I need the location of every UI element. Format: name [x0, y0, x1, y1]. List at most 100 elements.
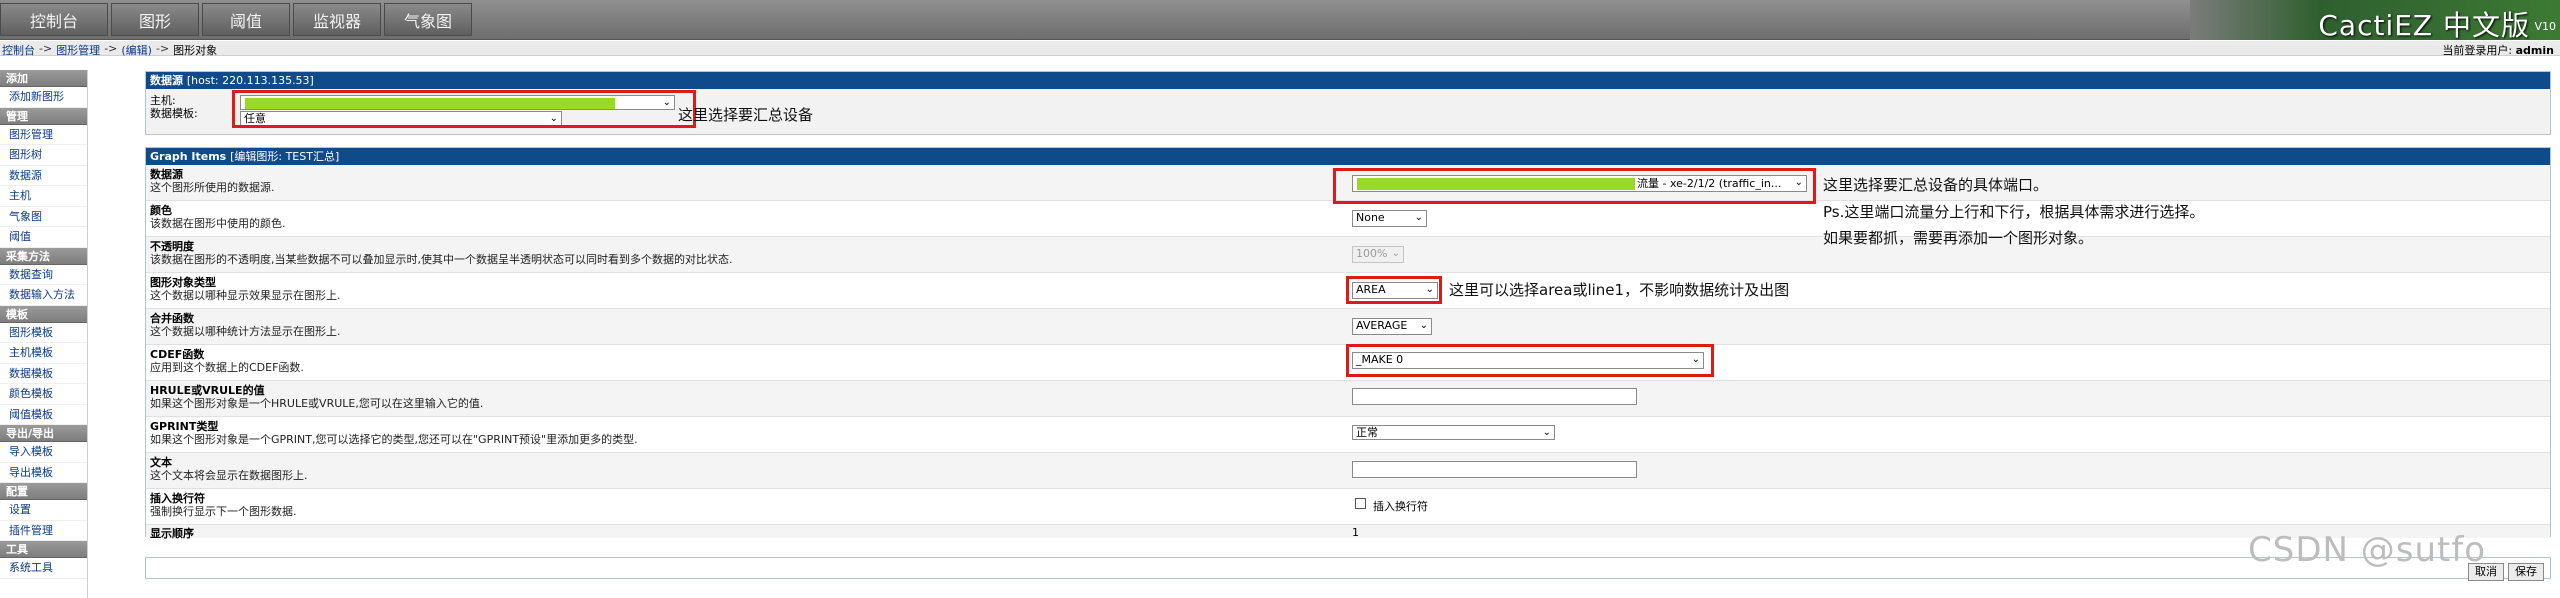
sidebar-item-data-templates[interactable]: 数据模板	[0, 364, 87, 384]
sidebar-header-import-export: 导出/导出	[0, 425, 87, 442]
main-tabs: 控制台 图形 阈值 监视器 气象图	[0, 3, 475, 36]
hard-return-label: 插入换行符	[1373, 500, 1428, 513]
watermark: CSDN @sutfo	[2248, 530, 2487, 570]
annotation-item-type: 这里可以选择area或line1，不影响数据统计及出图	[1449, 281, 1790, 299]
highlight-datasource	[1333, 168, 1816, 204]
field-row-gprint: GPRINT类型 如果这个图形对象是一个GPRINT,您可以选择它的类型,您还可…	[146, 417, 2550, 453]
graph-items-header: Graph Items [编辑图形: TEST汇总]	[146, 148, 2550, 165]
annotation-datasource-2: Ps.这里端口流量分上行和下行，根据具体需求进行选择。	[1823, 203, 2205, 221]
sidebar-item-graph-management[interactable]: 图形管理	[0, 125, 87, 145]
field-description: 这个数据以哪种统计方法显示在图形上.	[150, 325, 341, 338]
sidebar-item-color-templates[interactable]: 颜色模板	[0, 384, 87, 405]
opacity-select: 100% ⌄	[1352, 246, 1404, 263]
breadcrumb-separator: ->	[39, 42, 53, 55]
gprint-type-select[interactable]: 正常 ⌄	[1352, 425, 1555, 440]
host-label: 主机:	[150, 94, 176, 107]
field-row-text: 文本 这个文本将会显示在数据图形上.	[146, 453, 2550, 489]
sidebar-item-import-templates[interactable]: 导入模板	[0, 442, 87, 463]
sidebar-item-threshold-templates[interactable]: 阈值模板	[0, 405, 87, 425]
sidebar-item-data-input-methods[interactable]: 数据输入方法	[0, 285, 87, 306]
datasource-panel-host: [host: 220.113.135.53]	[186, 74, 314, 87]
sidebar-header-templates: 模板	[0, 305, 87, 323]
sidebar-header-collection-methods: 采集方法	[0, 247, 87, 265]
top-navigation-bar: 控制台 图形 阈值 监视器 气象图 CactiEZ 中文版 V10	[0, 0, 2560, 42]
data-template-label: 数据模板:	[150, 107, 198, 120]
tab-thresholds[interactable]: 阈值	[202, 3, 290, 36]
field-description: 如果这个图形对象是一个HRULE或VRULE,您可以在这里输入它的值.	[150, 397, 484, 410]
text-format-input[interactable]	[1352, 461, 1637, 478]
chevron-down-icon: ⌄	[1391, 248, 1400, 259]
graph-items-subtitle: [编辑图形: TEST汇总]	[230, 150, 340, 163]
sidebar-item-plugin-management[interactable]: 插件管理	[0, 521, 87, 541]
brand-name: CactiEZ 中文版	[2318, 9, 2530, 42]
sidebar-item-export-templates[interactable]: 导出模板	[0, 463, 87, 483]
graph-items-title: Graph Items	[150, 150, 227, 163]
sidebar-item-system-utilities[interactable]: 系统工具	[0, 558, 87, 579]
tab-weathermap[interactable]: 气象图	[384, 3, 472, 36]
field-description: 如果这个图形对象是一个GPRINT,您可以选择它的类型,您还可以在"GPRINT…	[150, 433, 638, 446]
field-description: 强制换行显示下一个图形数据.	[150, 505, 297, 518]
tab-console[interactable]: 控制台	[0, 3, 108, 36]
field-row-consolidation: 合并函数 这个数据以哪种统计方法显示在图形上.	[146, 309, 2550, 345]
sidebar-item-weathermap[interactable]: 气象图	[0, 207, 87, 227]
login-username[interactable]: admin	[2516, 44, 2554, 57]
tab-monitor[interactable]: 监视器	[293, 3, 381, 36]
annotation-datasource-3: 如果要都抓，需要再添加一个图形对象。	[1823, 229, 2094, 247]
sidebar-item-thresholds[interactable]: 阈值	[0, 227, 87, 248]
breadcrumb-graph-items: 图形对象	[173, 44, 218, 57]
breadcrumb-edit[interactable]: (编辑)	[121, 42, 152, 58]
save-button[interactable]: 保存	[2508, 563, 2544, 581]
sidebar-item-host-templates[interactable]: 主机模板	[0, 343, 87, 364]
hard-return-checkbox[interactable]	[1355, 498, 1366, 509]
chevron-down-icon: ⌄	[1414, 212, 1423, 223]
breadcrumb-separator: ->	[155, 42, 170, 55]
field-description: 这个文本将会显示在数据图形上.	[150, 469, 308, 482]
gprint-type-value: 正常	[1356, 426, 1378, 439]
sidebar-item-graph-trees[interactable]: 图形树	[0, 145, 87, 166]
tab-graphs[interactable]: 图形	[111, 3, 199, 36]
color-select-value: None	[1356, 211, 1385, 224]
consolidation-select[interactable]: AVERAGE ⌄	[1352, 318, 1432, 335]
annotation-host-selection: 这里选择要汇总设备	[678, 106, 814, 124]
sidebar-item-data-sources[interactable]: 数据源	[0, 166, 87, 186]
field-row-hrule: HRULE或VRULE的值 如果这个图形对象是一个HRULE或VRULE,您可以…	[146, 381, 2550, 417]
sidebar-item-new-graph[interactable]: 添加新图形	[0, 87, 87, 108]
sidebar-item-graph-templates[interactable]: 图形模板	[0, 323, 87, 343]
login-label: 当前登录用户:	[2442, 44, 2513, 57]
datasource-labels: 主机: 数据模板:	[150, 94, 198, 120]
color-select[interactable]: None ⌄	[1352, 210, 1427, 227]
sequence-value: 1	[1352, 526, 1359, 539]
sidebar-header-management: 管理	[0, 107, 87, 125]
form-action-bar	[145, 557, 2551, 579]
highlight-item-type	[1346, 276, 1442, 304]
brand-logo: CactiEZ 中文版 V10	[2190, 0, 2560, 42]
sidebar-item-settings[interactable]: 设置	[0, 500, 87, 521]
field-title: 显示顺序	[150, 527, 194, 540]
breadcrumb-bar: 控制台 -> 图形管理 -> (编辑) -> 图形对象 当前登录用户: admi…	[0, 41, 2560, 58]
field-description: 该数据在图形中使用的颜色.	[150, 217, 286, 230]
sidebar: 添加 添加新图形 管理 图形管理 图形树 数据源 主机 气象图 阈值 采集方法 …	[0, 70, 88, 598]
hrule-value-input[interactable]	[1352, 388, 1637, 405]
consolidation-select-value: AVERAGE	[1356, 319, 1408, 332]
field-description: 该数据在图形的不透明度,当某些数据不可以叠加显示时,使其中一个数据呈半透明状态可…	[150, 253, 733, 266]
sidebar-header-utilities: 工具	[0, 541, 87, 558]
highlight-cdef	[1346, 344, 1714, 377]
breadcrumb-graph-management[interactable]: 图形管理	[56, 42, 100, 58]
sidebar-item-data-queries[interactable]: 数据查询	[0, 265, 87, 285]
datasource-panel-header: 数据源 [host: 220.113.135.53]	[146, 72, 2550, 89]
field-description: 应用到这个数据上的CDEF函数.	[150, 361, 304, 374]
highlight-host-selection	[232, 90, 696, 128]
field-description: 这个数据以哪种显示效果显示在图形上.	[150, 289, 341, 302]
login-status: 当前登录用户: admin	[2442, 42, 2554, 58]
field-row-hard-return: 插入换行符 强制换行显示下一个图形数据.	[146, 489, 2550, 525]
chevron-down-icon: ⌄	[1419, 320, 1428, 331]
field-row-sequence: 显示顺序	[146, 525, 2550, 540]
breadcrumb-separator: ->	[104, 42, 118, 55]
annotation-datasource-1: 这里选择要汇总设备的具体端口。	[1823, 176, 2049, 194]
chevron-down-icon: ⌄	[1542, 427, 1551, 438]
field-row-opacity: 不透明度 该数据在图形的不透明度,当某些数据不可以叠加显示时,使其中一个数据呈半…	[146, 237, 2550, 273]
sidebar-item-devices[interactable]: 主机	[0, 186, 87, 207]
breadcrumb: 控制台 -> 图形管理 -> (编辑) -> 图形对象	[2, 42, 217, 58]
brand-version: V10	[2534, 20, 2556, 33]
breadcrumb-console[interactable]: 控制台	[2, 42, 35, 58]
